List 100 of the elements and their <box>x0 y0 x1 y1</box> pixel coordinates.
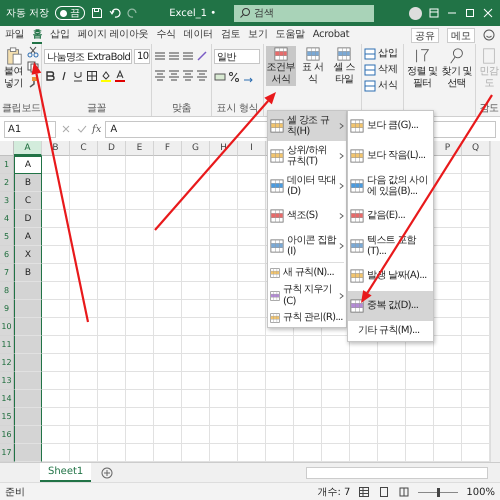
underline-icon[interactable] <box>72 70 84 82</box>
undo-icon[interactable] <box>109 7 122 19</box>
row-header[interactable]: 15 <box>0 408 14 426</box>
row-header[interactable]: 11 <box>0 336 14 354</box>
row-header[interactable]: 6 <box>0 246 14 264</box>
column-header[interactable]: D <box>98 141 126 156</box>
row-header[interactable]: 9 <box>0 300 14 318</box>
format-painter-icon[interactable] <box>27 76 39 88</box>
ribbon-display-icon[interactable] <box>428 7 440 19</box>
menu-item[interactable]: 규칙 관리(R)... <box>268 309 346 327</box>
row-header[interactable]: 4 <box>0 210 14 228</box>
bold-icon[interactable] <box>44 70 56 82</box>
fill-color-icon[interactable] <box>100 70 112 82</box>
column-header[interactable]: E <box>126 141 154 156</box>
percent-icon[interactable] <box>228 71 240 83</box>
vertical-scrollbar[interactable] <box>490 141 500 462</box>
row-header[interactable]: 14 <box>0 390 14 408</box>
align-icon[interactable] <box>182 50 194 62</box>
align-icon[interactable] <box>154 69 166 81</box>
page-break-icon[interactable] <box>398 486 410 498</box>
orientation-icon[interactable] <box>196 50 208 62</box>
cells-button[interactable]: 서식 <box>364 79 398 93</box>
row-header[interactable]: 2 <box>0 174 14 192</box>
ribbon-tab[interactable]: 페이지 레이아웃 <box>78 26 148 44</box>
ribbon-tab[interactable]: 보기 <box>248 26 268 44</box>
ribbon-tab[interactable]: Acrobat <box>312 28 350 42</box>
row-header[interactable]: 3 <box>0 192 14 210</box>
autosave-toggle[interactable]: 끔 <box>55 6 86 20</box>
menu-item[interactable]: 새 규칙(N)... <box>268 264 346 282</box>
file-name[interactable]: Excel_1 • <box>169 8 216 18</box>
ribbon-tab[interactable]: 검토 <box>220 26 240 44</box>
align-icon[interactable] <box>168 69 180 81</box>
column-header[interactable]: G <box>182 141 210 156</box>
ribbon-tab[interactable]: 파일 <box>5 26 24 44</box>
ribbon-tab[interactable]: 삽입 <box>50 26 70 44</box>
save-icon[interactable] <box>91 7 104 19</box>
row-header[interactable]: 7 <box>0 264 14 282</box>
menu-item[interactable]: 아이콘 집합(I) <box>268 231 346 261</box>
check-icon[interactable] <box>76 123 88 135</box>
menu-item[interactable]: 데이터 막대(D) <box>268 171 346 201</box>
normal-view-icon[interactable] <box>358 486 370 498</box>
menu-item[interactable]: 기타 규칙(M)... <box>348 321 433 341</box>
borders-icon[interactable] <box>86 70 98 82</box>
align-icon[interactable] <box>168 50 180 62</box>
zoom-thumb[interactable] <box>437 488 440 496</box>
font-size-field[interactable]: 10 <box>134 49 150 64</box>
smiley-icon[interactable] <box>483 29 495 41</box>
cells-button[interactable]: 삭제 <box>364 63 398 77</box>
row-header[interactable]: 12 <box>0 354 14 372</box>
column-header[interactable]: F <box>154 141 182 156</box>
align-icon[interactable] <box>182 69 194 81</box>
column-header[interactable]: P <box>434 141 462 156</box>
font-name-field[interactable]: 나눔명조 ExtraBold <box>44 49 132 64</box>
column-header[interactable]: C <box>70 141 98 156</box>
name-box[interactable]: A1 <box>4 120 56 138</box>
row-header[interactable]: 8 <box>0 282 14 300</box>
ribbon-tab[interactable]: 수식 <box>156 26 176 44</box>
cells-button[interactable]: 삽입 <box>364 47 398 61</box>
menu-item[interactable]: 보다 작음(L)... <box>348 141 433 171</box>
column-header[interactable]: I <box>238 141 266 156</box>
menu-item[interactable]: 다음 값의 사이에 있음(B)... <box>348 171 433 201</box>
ribbon-tab[interactable]: 도움말 <box>276 26 305 44</box>
number-format-field[interactable]: 일반 <box>214 49 260 64</box>
style-button[interactable]: 표 서식 <box>298 46 328 86</box>
align-icon[interactable] <box>154 50 166 62</box>
row-header[interactable]: 16 <box>0 426 14 444</box>
editing-button[interactable]: 정렬 및 필터 <box>406 46 438 90</box>
style-button[interactable]: 셀 스타일 <box>329 46 360 86</box>
column-header[interactable]: B <box>42 141 70 156</box>
search-field[interactable]: 검색 <box>234 4 374 22</box>
comments-button[interactable]: 메모 <box>447 28 475 42</box>
align-icon[interactable] <box>196 69 208 81</box>
share-button[interactable]: 공유 <box>411 28 439 42</box>
menu-item[interactable]: 규칙 지우기(C) <box>268 282 346 309</box>
add-icon[interactable] <box>101 466 114 478</box>
avatar[interactable] <box>409 6 422 20</box>
ribbon-tab[interactable]: 데이터 <box>184 26 213 44</box>
maximize-icon[interactable] <box>464 7 476 19</box>
insert-function-label[interactable]: fx <box>92 124 102 134</box>
row-header[interactable]: 1 <box>0 156 14 174</box>
editing-button[interactable]: 찾기 및 선택 <box>440 46 473 90</box>
menu-item[interactable]: 셀 강조 규칙(H) <box>268 111 346 141</box>
menu-item[interactable]: 색조(S) <box>268 201 346 231</box>
sheet-tab[interactable]: Sheet1 <box>40 463 92 482</box>
row-header[interactable]: 5 <box>0 228 14 246</box>
menu-item[interactable]: 중복 값(D)... <box>348 291 433 321</box>
row-header[interactable]: 17 <box>0 444 14 462</box>
row-header[interactable]: 10 <box>0 318 14 336</box>
row-header[interactable]: 13 <box>0 372 14 390</box>
column-header[interactable]: Q <box>462 141 490 156</box>
cut-icon[interactable] <box>27 46 39 58</box>
menu-item[interactable]: 상위/하위 규칙(T) <box>268 141 346 171</box>
close-icon[interactable] <box>482 7 494 19</box>
redo-icon[interactable] <box>127 7 140 19</box>
font-color-icon[interactable] <box>114 70 126 82</box>
column-header[interactable]: A <box>14 141 42 156</box>
horizontal-scrollbar[interactable] <box>306 466 488 478</box>
paste-button[interactable]: 붙여넣기 <box>2 46 25 90</box>
menu-item[interactable]: 같음(E)... <box>348 201 433 231</box>
style-button[interactable]: 조건부 서식 <box>266 46 296 86</box>
